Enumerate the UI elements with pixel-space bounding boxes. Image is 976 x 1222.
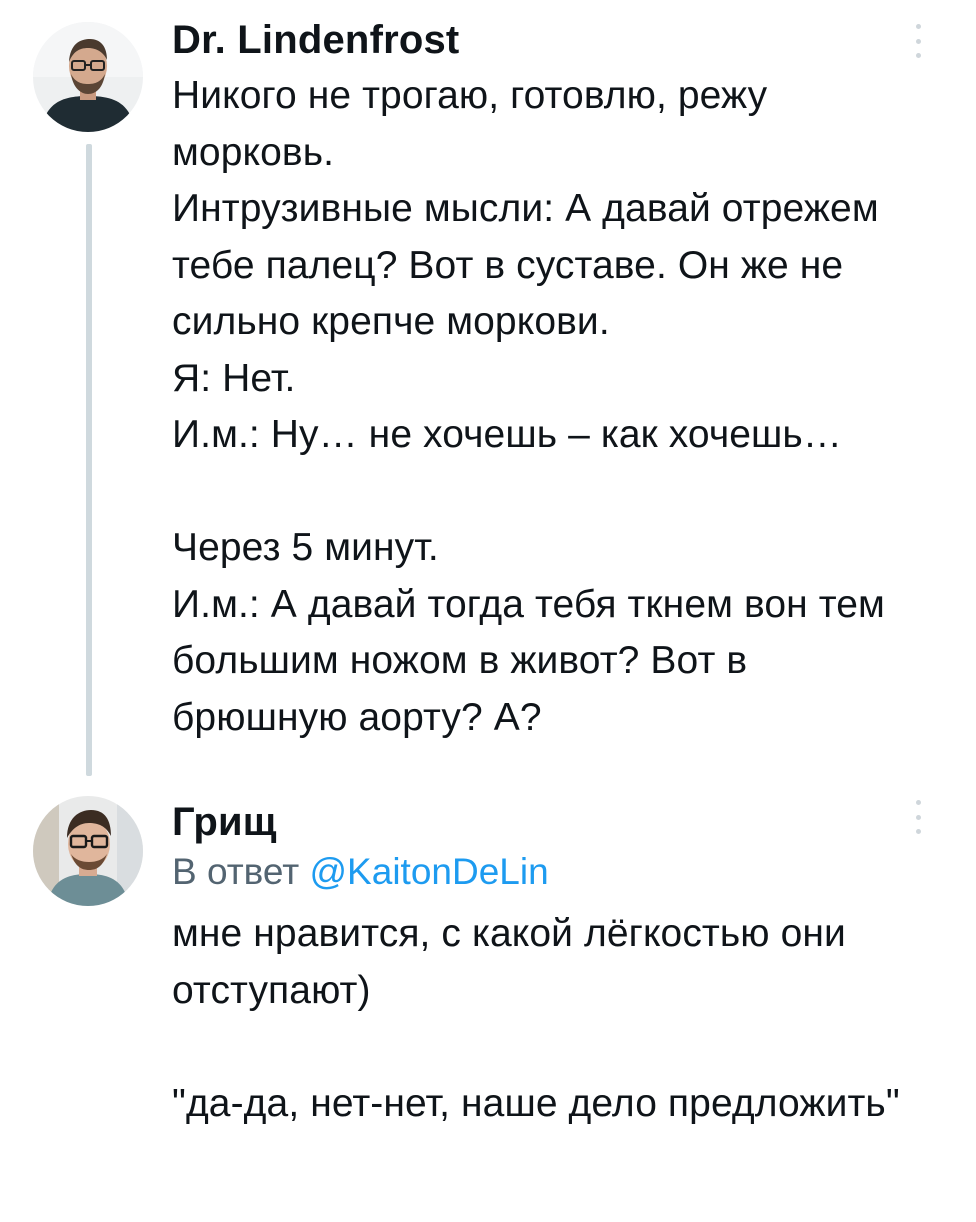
- reply-prefix: В ответ: [172, 851, 300, 892]
- author-name[interactable]: Dr. Lindenfrost: [172, 16, 459, 64]
- tweet-text: мне нравится, с какой лёгкостью они отст…: [172, 912, 900, 1125]
- avatar-grishch[interactable]: [33, 796, 143, 906]
- person-photo-icon: [33, 796, 143, 906]
- reply-handle-link[interactable]: @KaitonDeLin: [310, 851, 549, 892]
- more-options-icon[interactable]: [914, 800, 922, 834]
- author-name[interactable]: Грищ: [172, 798, 277, 846]
- reply-context: В ответ @KaitonDeLin: [172, 848, 549, 896]
- thread-connector-line: [86, 144, 92, 776]
- tweet-1[interactable]: Dr. Lindenfrost Никого не трогаю, готовл…: [0, 0, 976, 780]
- tweet-2[interactable]: Грищ В ответ @KaitonDeLin мне нравится, …: [0, 780, 976, 1222]
- tweet-text: Никого не трогаю, готовлю, режу морковь.…: [172, 74, 885, 739]
- person-photo-icon: [33, 22, 143, 132]
- avatar-dr-lindenfrost[interactable]: [33, 22, 143, 132]
- more-options-icon[interactable]: [914, 24, 922, 58]
